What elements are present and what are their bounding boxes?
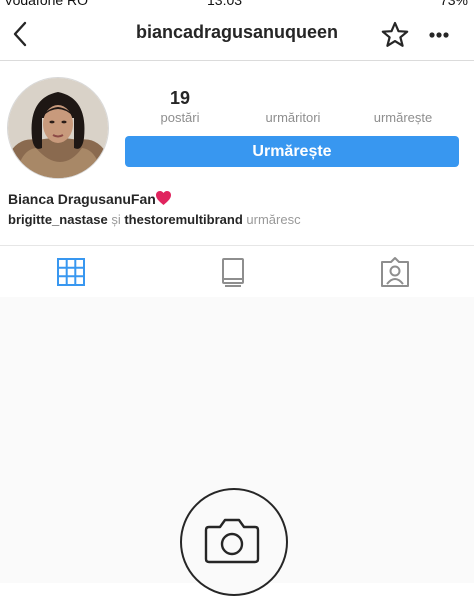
clock-label: 13:03 xyxy=(207,0,243,8)
profile-tabs xyxy=(0,245,474,298)
heart-icon xyxy=(156,191,171,205)
posts-label: postări xyxy=(160,110,200,125)
followed-by-conjunction: și xyxy=(107,212,125,227)
posts-count: 19 xyxy=(169,88,191,108)
profile-header: biancadragusanuqueen xyxy=(0,10,474,61)
camera-icon xyxy=(204,518,260,564)
feed-icon xyxy=(222,258,244,287)
favorite-button[interactable] xyxy=(380,20,410,50)
tab-feed[interactable] xyxy=(217,256,249,288)
followed-by-suffix: urmăresc xyxy=(242,212,301,227)
followers-label: urmăritori xyxy=(265,110,321,125)
followers-stat[interactable]: urmăritori xyxy=(238,88,348,125)
grid-icon xyxy=(57,258,85,286)
display-name: Bianca DragusanuFan xyxy=(8,191,156,207)
tagged-icon xyxy=(381,257,409,287)
avatar-photo xyxy=(8,78,108,178)
followed-by-user-1[interactable]: brigitte_nastase xyxy=(8,212,108,227)
status-bar: Vodafone RO 13:03 73% xyxy=(0,0,474,10)
followed-by-user-2[interactable]: thestoremultibrand xyxy=(124,212,242,227)
star-icon xyxy=(381,21,409,47)
follow-button[interactable]: Urmărește xyxy=(125,136,459,167)
tab-grid[interactable] xyxy=(55,256,87,288)
following-count xyxy=(348,88,458,108)
carrier-label: Vodafone RO xyxy=(4,0,89,8)
ellipsis-icon xyxy=(429,32,449,38)
posts-stat: 19 postări xyxy=(125,88,235,125)
following-stat[interactable]: urmărește xyxy=(348,88,458,125)
followed-by-line: brigitte_nastase și thestoremultibrand u… xyxy=(8,212,301,227)
tab-tagged[interactable] xyxy=(379,256,411,288)
battery-label: 73% xyxy=(439,0,468,8)
following-label: urmărește xyxy=(373,110,433,125)
more-options-button[interactable] xyxy=(424,20,454,50)
followers-count xyxy=(238,88,348,108)
profile-avatar[interactable] xyxy=(7,77,109,179)
